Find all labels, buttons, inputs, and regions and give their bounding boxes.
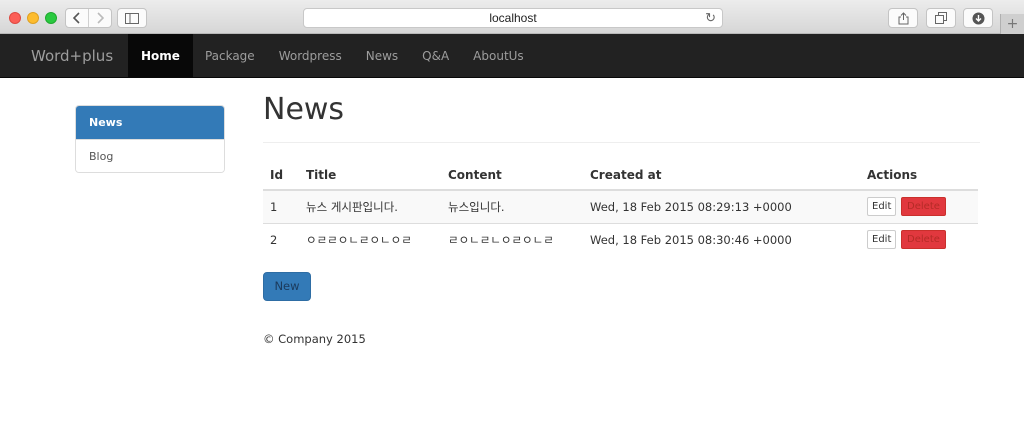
column-header-content: Content [441,160,583,191]
table-header-row: Id Title Content Created at Actions [263,160,978,191]
cell-actions: Edit Delete [860,222,978,256]
back-button[interactable] [66,9,88,27]
sidebar-item-news[interactable]: News [76,106,224,139]
news-table: Id Title Content Created at Actions 1 뉴스… [263,160,978,256]
cell-created-at: Wed, 18 Feb 2015 08:30:46 +0000 [583,222,860,256]
address-bar[interactable]: localhost ↻ [303,8,723,28]
cell-title: ㅇㄹㄹㅇㄴㄹㅇㄴㅇㄹ [299,222,441,256]
nav-menu: Home Package Wordpress News Q&A AboutUs [128,34,536,78]
edit-button[interactable]: Edit [867,197,897,217]
sidebar-item-blog[interactable]: Blog [76,139,224,172]
new-news-button[interactable]: New [263,272,311,301]
nav-item-aboutus[interactable]: AboutUs [461,34,536,78]
cell-title: 뉴스 게시판입니다. [299,189,441,223]
download-icon [972,12,984,24]
table-row: 1 뉴스 게시판입니다. 뉴스입니다. Wed, 18 Feb 2015 08:… [263,189,978,223]
downloads-button[interactable] [963,8,993,28]
column-header-title: Title [299,160,441,191]
delete-button[interactable]: Delete [901,230,946,250]
site-navbar: Word+plus Home Package Wordpress News Q&… [0,34,1024,78]
zoom-window-button[interactable] [45,12,57,24]
minimize-window-button[interactable] [27,12,39,24]
column-header-actions: Actions [860,160,978,191]
share-button[interactable] [888,8,918,28]
edit-button[interactable]: Edit [867,230,897,250]
column-header-created-at: Created at [583,160,860,191]
new-tab-button[interactable]: + [1000,14,1024,34]
nav-item-wordpress[interactable]: Wordpress [267,34,354,78]
reload-icon[interactable]: ↻ [705,10,716,26]
title-divider [263,142,980,143]
sidebar-toggle-button[interactable] [117,8,147,28]
table-row: 2 ㅇㄹㄹㅇㄴㄹㅇㄴㅇㄹ ㄹㅇㄴㄹㄴㅇㄹㅇㄴㄹ Wed, 18 Feb 2015… [263,222,978,256]
column-header-id: Id [263,160,299,191]
cell-created-at: Wed, 18 Feb 2015 08:29:13 +0000 [583,189,860,223]
cell-actions: Edit Delete [860,189,978,223]
chevron-right-icon [97,12,104,24]
page-title: News [263,92,345,127]
show-tabs-button[interactable] [926,8,956,28]
brand-logo[interactable]: Word+plus [31,34,113,78]
sidebar-menu: News Blog [75,105,225,173]
cell-id: 1 [263,189,299,223]
cell-content: 뉴스입니다. [441,189,583,223]
nav-item-home[interactable]: Home [128,34,193,78]
history-nav [65,8,112,28]
url-text: localhost [489,11,537,25]
sidebar-icon [125,12,139,24]
cell-content: ㄹㅇㄴㄹㄴㅇㄹㅇㄴㄹ [441,222,583,256]
forward-button[interactable] [88,9,111,27]
nav-item-news[interactable]: News [354,34,410,78]
tabs-icon [935,12,947,24]
nav-item-qa[interactable]: Q&A [410,34,461,78]
cell-id: 2 [263,222,299,256]
browser-toolbar: localhost ↻ + [0,0,1024,34]
delete-button[interactable]: Delete [901,197,946,217]
share-icon [898,11,908,24]
nav-item-package[interactable]: Package [193,34,267,78]
footer-copyright: © Company 2015 [263,332,366,346]
chevron-left-icon [73,12,80,24]
close-window-button[interactable] [9,12,21,24]
